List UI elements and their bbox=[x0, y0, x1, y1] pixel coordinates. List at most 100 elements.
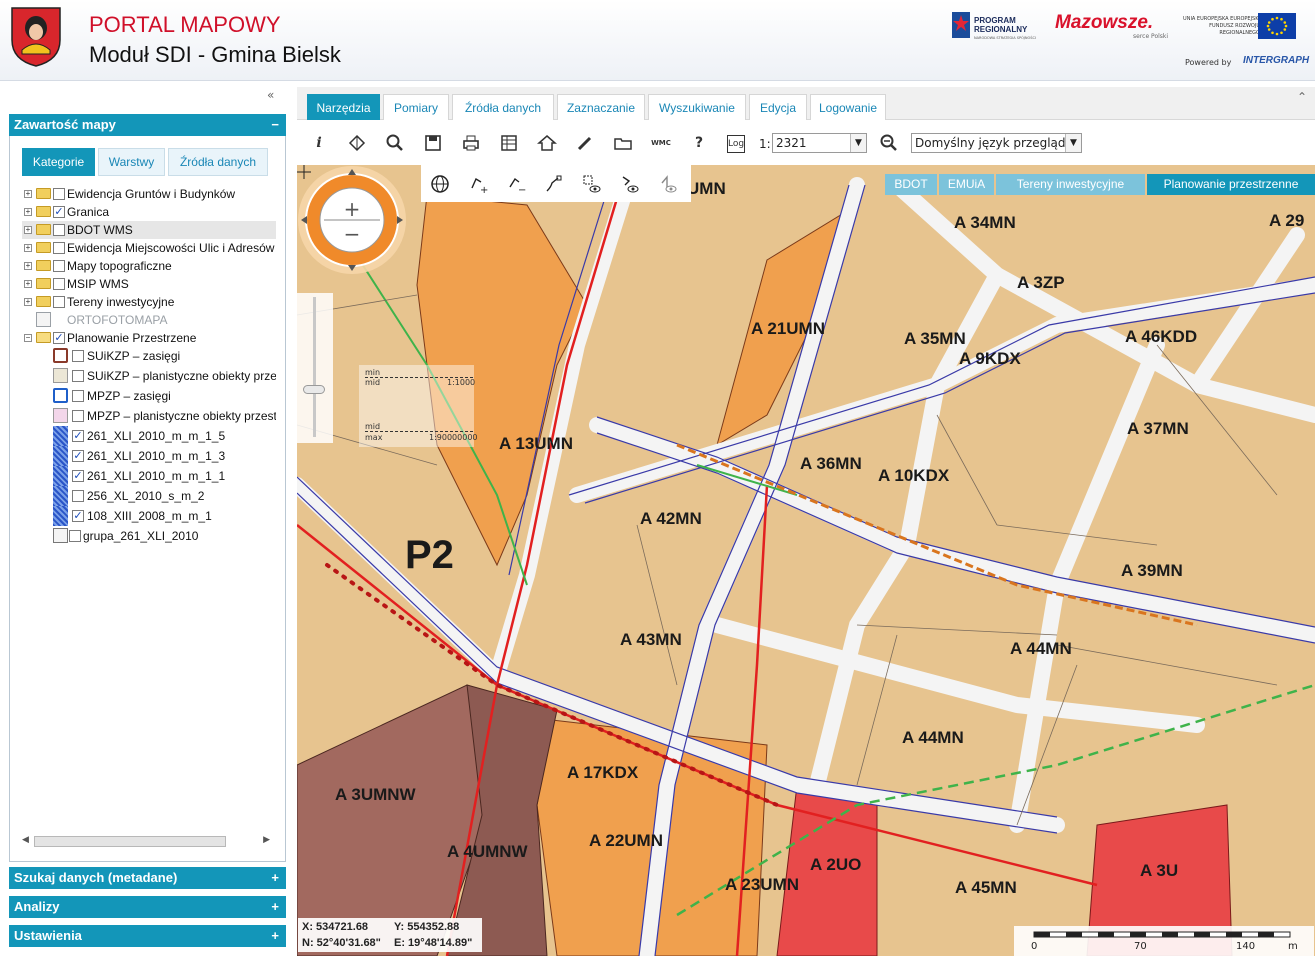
tab-logowanie[interactable]: Logowanie bbox=[810, 94, 886, 120]
tree-item-planowanie-przestrzene[interactable]: − ✓ Planowanie Przestrzene bbox=[22, 329, 276, 347]
pan-zoom-control[interactable]: + − bbox=[297, 165, 407, 275]
layer-checkbox-checked[interactable]: ✓ bbox=[72, 510, 84, 522]
expand-icon[interactable]: + bbox=[24, 280, 32, 288]
globe-icon[interactable] bbox=[429, 173, 451, 195]
layer-checkbox[interactable] bbox=[72, 350, 84, 362]
layers-icon[interactable] bbox=[347, 133, 367, 153]
expand-icon[interactable]: + bbox=[24, 226, 32, 234]
layer-checkbox-checked[interactable]: ✓ bbox=[72, 450, 84, 462]
analyses-header[interactable]: Analizy + bbox=[9, 896, 286, 918]
tab-narzedzia[interactable]: Narzędzia bbox=[307, 94, 380, 120]
tereny-inwestycyjne-button[interactable]: Tereny inwestycyjne bbox=[996, 174, 1145, 195]
chevron-down-icon[interactable]: ▼ bbox=[850, 134, 866, 152]
collapse-left-panel-icon[interactable]: « bbox=[267, 88, 274, 102]
draw-line-icon[interactable] bbox=[543, 173, 565, 195]
scale-select[interactable]: 2321 ▼ bbox=[772, 133, 867, 153]
collapse-icon[interactable]: − bbox=[24, 334, 32, 342]
info-icon[interactable]: i bbox=[309, 133, 329, 153]
tree-item-suikzp-obiekty[interactable]: SUiKZP – planistyczne obiekty przestrzen… bbox=[22, 367, 276, 385]
map-canvas[interactable]: A 34MN A 3ZP A 21UMN A 35MN A 9KDX A 46K… bbox=[297, 165, 1315, 956]
tree-item-granica[interactable]: + ✓ Granica bbox=[22, 203, 276, 221]
hide-eye-icon[interactable] bbox=[657, 173, 679, 195]
expand-icon[interactable]: + bbox=[24, 298, 32, 306]
layer-checkbox[interactable] bbox=[53, 224, 65, 236]
expand-icon[interactable]: + bbox=[271, 925, 279, 947]
wmc-icon[interactable]: WMC bbox=[651, 133, 671, 153]
expand-icon[interactable]: + bbox=[24, 190, 32, 198]
layer-checkbox[interactable] bbox=[53, 188, 65, 200]
folder-icon[interactable] bbox=[613, 133, 633, 153]
expand-icon[interactable]: + bbox=[271, 896, 279, 918]
zoom-slider-thumb[interactable] bbox=[303, 385, 325, 394]
language-select[interactable]: Domyślny język przeglądarki ▼ bbox=[911, 133, 1082, 153]
layer-checkbox[interactable] bbox=[72, 490, 84, 502]
tree-item-mpzp-obiekty[interactable]: MPZP – planistyczne obiekty przestrzenne bbox=[22, 407, 276, 425]
layer-checkbox[interactable] bbox=[53, 296, 65, 308]
tree-item-msip-wms[interactable]: + MSIP WMS bbox=[22, 275, 276, 293]
tree-item-tereny-inwestycyjne[interactable]: + Tereny inwestycyjne bbox=[22, 293, 276, 311]
table-icon[interactable] bbox=[499, 133, 519, 153]
scroll-right-icon[interactable]: ▶ bbox=[263, 835, 270, 845]
scroll-left-icon[interactable]: ◀ bbox=[22, 835, 29, 845]
tree-horizontal-scrollbar[interactable]: ◀ ▶ bbox=[22, 834, 276, 849]
subtab-warstwy[interactable]: Warstwy bbox=[98, 148, 165, 176]
tree-item-261-xli-1-1[interactable]: ✓ 261_XLI_2010_m_m_1_1 bbox=[22, 466, 276, 486]
tab-edycja[interactable]: Edycja bbox=[749, 94, 807, 120]
zoom-scale-icon[interactable] bbox=[879, 133, 899, 153]
home-icon[interactable] bbox=[537, 133, 557, 153]
map-content-header[interactable]: Zawartość mapy − bbox=[9, 114, 286, 136]
zoom-icon[interactable] bbox=[385, 133, 405, 153]
layer-checkbox[interactable] bbox=[53, 260, 65, 272]
layer-checkbox-checked[interactable]: ✓ bbox=[53, 332, 65, 344]
layer-checkbox[interactable] bbox=[72, 390, 84, 402]
bdot-button[interactable]: BDOT bbox=[885, 174, 937, 195]
tab-zaznaczanie[interactable]: Zaznaczanie bbox=[557, 94, 645, 120]
expand-icon[interactable]: + bbox=[24, 262, 32, 270]
tab-pomiary[interactable]: Pomiary bbox=[383, 94, 449, 120]
collapse-toolbar-icon[interactable]: ⌃ bbox=[1297, 90, 1307, 104]
tree-item-108-xiii-1[interactable]: ✓ 108_XIII_2008_m_m_1 bbox=[22, 506, 276, 526]
tree-item-261-xli-1-5[interactable]: ✓ 261_XLI_2010_m_m_1_5 bbox=[22, 426, 276, 446]
log-icon[interactable]: Log bbox=[727, 135, 745, 153]
tree-item-emuia[interactable]: + Ewidencja Miejscowości Ulic i Adresów bbox=[22, 239, 276, 257]
layer-checkbox[interactable] bbox=[69, 530, 81, 542]
collapse-icon[interactable]: − bbox=[271, 114, 279, 136]
tree-item-ewidencja-gruntow[interactable]: + Ewidencja Gruntów i Budynków bbox=[22, 185, 276, 203]
tree-item-mpzp-zasiegi[interactable]: MPZP – zasięgi bbox=[22, 387, 276, 405]
pencil-icon[interactable] bbox=[575, 133, 595, 153]
select-eye-icon[interactable] bbox=[581, 173, 603, 195]
layer-checkbox[interactable] bbox=[53, 278, 65, 290]
layer-checkbox[interactable] bbox=[72, 410, 84, 422]
subtab-kategorie[interactable]: Kategorie bbox=[22, 148, 95, 176]
remove-vertex-icon[interactable]: − bbox=[505, 173, 527, 195]
subtab-zrodla-danych[interactable]: Źródła danych bbox=[168, 148, 268, 176]
tree-item-mapy-topograficzne[interactable]: + Mapy topograficzne bbox=[22, 257, 276, 275]
expand-icon[interactable]: + bbox=[24, 244, 32, 252]
tree-item-261-xli-1-3[interactable]: ✓ 261_XLI_2010_m_m_1_3 bbox=[22, 446, 276, 466]
zoom-slider[interactable] bbox=[297, 293, 333, 443]
layer-checkbox-checked[interactable]: ✓ bbox=[53, 206, 65, 218]
print-icon[interactable] bbox=[461, 133, 481, 153]
tree-item-suikzp-zasiegi[interactable]: SUiKZP – zasięgi bbox=[22, 347, 276, 365]
emuia-button[interactable]: EMUiA bbox=[939, 174, 994, 195]
help-icon[interactable]: ? bbox=[689, 133, 709, 153]
expand-icon[interactable]: + bbox=[24, 208, 32, 216]
tree-item-bdot-wms[interactable]: + BDOT WMS bbox=[22, 221, 276, 239]
layer-checkbox-checked[interactable]: ✓ bbox=[72, 470, 84, 482]
search-metadata-header[interactable]: Szukaj danych (metadane) + bbox=[9, 867, 286, 889]
tree-item-grupa-261[interactable]: grupa_261_XLI_2010 bbox=[22, 527, 276, 545]
settings-header[interactable]: Ustawienia + bbox=[9, 925, 286, 947]
tab-zrodla-danych[interactable]: Źródła danych bbox=[452, 94, 554, 120]
tree-item-ortofotomapa[interactable]: ORTOFOTOMAPA bbox=[22, 311, 276, 329]
layer-checkbox-checked[interactable]: ✓ bbox=[72, 430, 84, 442]
tab-wyszukiwanie[interactable]: Wyszukiwanie bbox=[648, 94, 746, 120]
expand-icon[interactable]: + bbox=[271, 867, 279, 889]
layer-checkbox[interactable] bbox=[53, 242, 65, 254]
tree-item-256-xl-2[interactable]: 256_XL_2010_s_m_2 bbox=[22, 486, 276, 506]
chevron-down-icon[interactable]: ▼ bbox=[1065, 134, 1081, 152]
save-icon[interactable] bbox=[423, 133, 443, 153]
measure-eye-icon[interactable] bbox=[619, 173, 641, 195]
planowanie-przestrzenne-button[interactable]: Planowanie przestrzenne bbox=[1147, 174, 1315, 195]
layer-checkbox[interactable] bbox=[72, 370, 84, 382]
scrollbar-thumb[interactable] bbox=[34, 836, 226, 847]
